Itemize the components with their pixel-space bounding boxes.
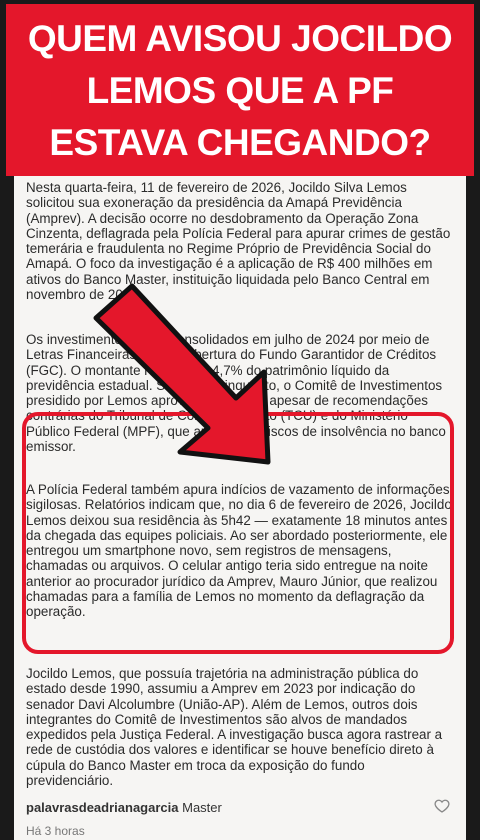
post-document: Nesta quarta-feira, 11 de fevereiro de 2… <box>14 176 466 840</box>
article-paragraph-4: Jocildo Lemos, que possuía trajetória na… <box>26 666 443 789</box>
heart-icon[interactable] <box>434 798 450 814</box>
article-paragraph-1: Nesta quarta-feira, 11 de fevereiro de 2… <box>26 180 451 303</box>
username-link[interactable]: palavrasdeadrianagarcia <box>26 800 178 815</box>
post-time: Há 3 horas <box>26 824 85 838</box>
headline-line-3: ESTAVA CHEGANDO? <box>49 122 431 163</box>
highlight-frame <box>22 412 454 654</box>
headline-line-1: QUEM AVISOU JOCILDO <box>27 18 453 59</box>
headline-line-2: LEMOS QUE A PF <box>86 70 394 111</box>
headline-banner: QUEM AVISOU JOCILDO LEMOS QUE A PF ESTAV… <box>6 4 474 176</box>
caption-text: Master <box>182 800 222 815</box>
post-caption: palavrasdeadrianagarcia Master <box>26 800 222 815</box>
